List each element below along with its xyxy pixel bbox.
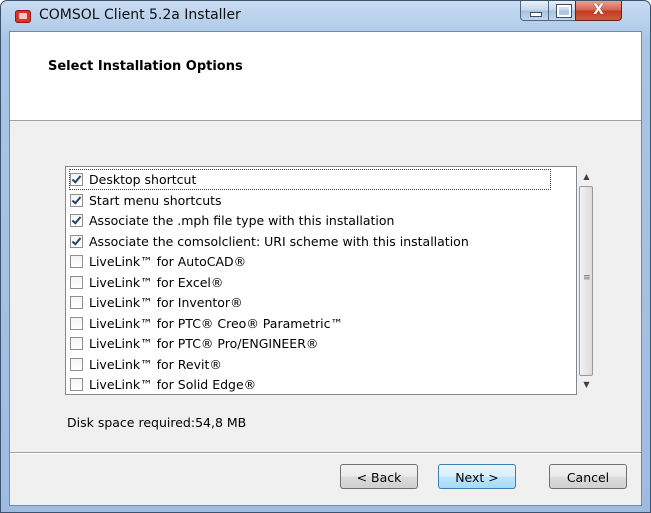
option-row[interactable]: LiveLink™ for Revit® — [70, 355, 222, 374]
disk-space-label: Disk space required: — [67, 415, 196, 430]
maximize-icon — [556, 4, 572, 18]
option-label: Associate the .mph file type with this i… — [89, 213, 395, 228]
cancel-button[interactable]: Cancel — [549, 464, 627, 489]
next-button[interactable]: Next > — [438, 464, 516, 489]
option-label: Start menu shortcuts — [89, 192, 222, 208]
option-row[interactable]: Start menu shortcuts — [70, 191, 222, 210]
option-row[interactable]: LiveLink™ for Inventor® — [70, 293, 243, 312]
option-row[interactable]: LiveLink™ for PTC® Creo® Parametric™ — [70, 314, 343, 333]
scroll-thumb[interactable]: ≡ — [579, 186, 593, 376]
disk-space-value: 54,8 MB — [195, 415, 247, 430]
checkbox-checked[interactable] — [70, 173, 83, 186]
minimize-button[interactable] — [520, 1, 549, 21]
option-row[interactable]: Associate the .mph file type with this i… — [70, 211, 394, 230]
title-bar[interactable]: COMSOL Client 5.2a Installer X — [1, 1, 650, 31]
checkbox-checked[interactable] — [70, 193, 83, 207]
option-label: LiveLink™ for AutoCAD® — [89, 254, 247, 269]
comsol-app-icon — [15, 10, 31, 23]
option-label: LiveLink™ for Revit® — [89, 356, 222, 372]
close-button[interactable]: X — [575, 1, 622, 21]
checkbox-unchecked[interactable] — [70, 275, 83, 289]
checkbox-unchecked[interactable] — [70, 378, 83, 391]
close-icon: X — [593, 2, 604, 18]
minimize-icon — [530, 12, 542, 17]
option-label: LiveLink™ for Solid Edge® — [89, 377, 257, 392]
checkbox-checked[interactable] — [70, 214, 83, 227]
options-list[interactable]: Desktop shortcut Start menu shortcuts Asso… — [65, 166, 595, 395]
option-row[interactable]: Desktop shortcut — [69, 169, 551, 190]
footer-divider — [10, 452, 641, 454]
option-label: LiveLink™ for Inventor® — [89, 295, 243, 310]
option-label: Associate the comsolclient: URI scheme w… — [89, 233, 469, 249]
options-scrollbar[interactable]: ▲ ≡ ▼ — [578, 168, 595, 393]
grip-icon: ≡ — [583, 273, 591, 283]
window-title: COMSOL Client 5.2a Installer — [39, 7, 241, 23]
checkbox-unchecked[interactable] — [70, 357, 83, 371]
option-row[interactable]: LiveLink™ for Solid Edge® — [70, 375, 256, 394]
checkbox-unchecked[interactable] — [70, 316, 83, 330]
scroll-up-icon[interactable]: ▲ — [578, 168, 595, 185]
option-label: LiveLink™ for Excel® — [89, 274, 224, 290]
option-label: LiveLink™ for PTC® Pro/ENGINEER® — [89, 336, 319, 351]
installer-body: Select Installation Options Desktop shor… — [9, 31, 642, 506]
option-row[interactable]: Associate the comsolclient: URI scheme w… — [70, 232, 469, 251]
checkbox-unchecked[interactable] — [70, 337, 83, 350]
checkbox-unchecked[interactable] — [70, 296, 83, 309]
option-label: LiveLink™ for PTC® Creo® Parametric™ — [89, 315, 343, 331]
checkbox-checked[interactable] — [70, 234, 83, 248]
back-button[interactable]: < Back — [340, 464, 418, 489]
page-title: Select Installation Options — [48, 59, 243, 74]
disk-space-info: Disk space required:54,8 MB — [67, 415, 246, 430]
option-label: Desktop shortcut — [89, 172, 197, 187]
scroll-down-icon[interactable]: ▼ — [578, 376, 595, 393]
option-row[interactable]: LiveLink™ for Excel® — [70, 273, 223, 292]
maximize-button[interactable] — [548, 1, 576, 21]
checkbox-unchecked[interactable] — [70, 255, 83, 268]
page-header: Select Installation Options — [10, 32, 641, 121]
option-row[interactable]: LiveLink™ for PTC® Pro/ENGINEER® — [70, 334, 318, 353]
option-row[interactable]: LiveLink™ for AutoCAD® — [70, 252, 246, 271]
installer-window: COMSOL Client 5.2a Installer X Select In… — [0, 0, 651, 513]
